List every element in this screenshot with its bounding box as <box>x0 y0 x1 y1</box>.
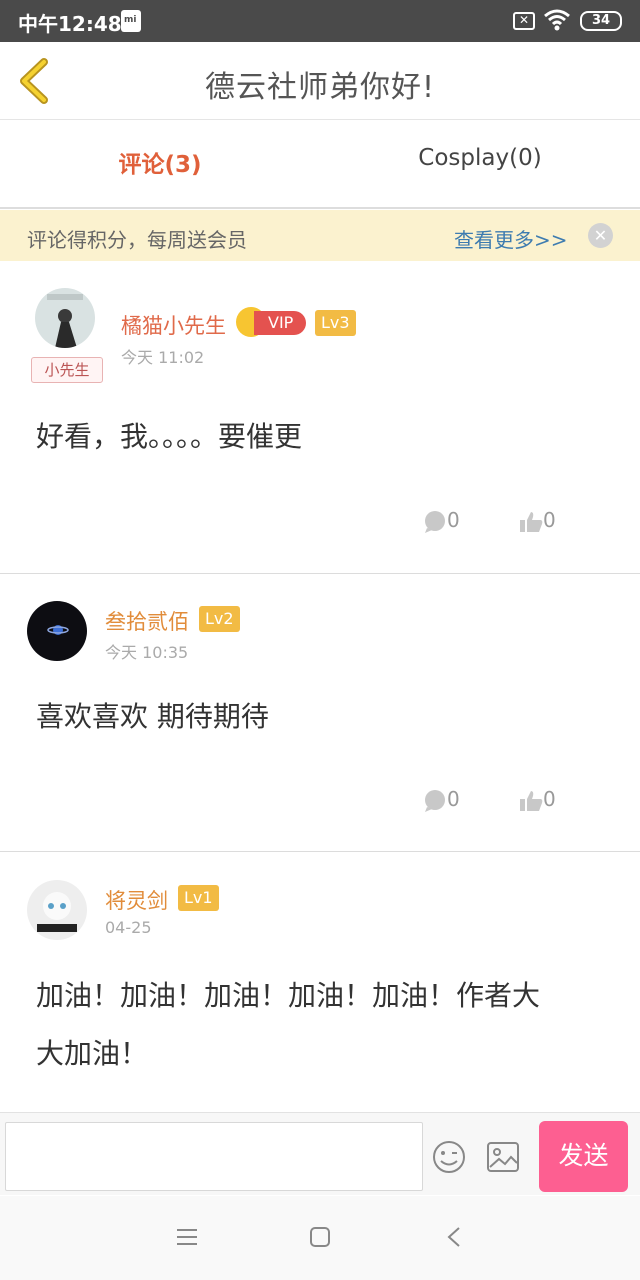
status-bar: 中午12:48 ✕ 34 <box>0 0 640 42</box>
comment-time: 今天 10:35 <box>105 643 189 662</box>
vip-badge: VIP <box>236 307 308 337</box>
level-badge: Lv1 <box>178 885 219 911</box>
username[interactable]: 橘猫小先生 <box>121 310 226 340</box>
notice-text: 评论得积分，每周送会员 <box>27 228 247 252</box>
comment-item: 将灵剑 Lv1 04-25 加油！加油！加油！加油！加油！作者大 大加油！ <box>0 853 640 1112</box>
comment-time: 04-25 <box>105 918 152 937</box>
like-count: 0 <box>543 787 556 811</box>
tab-bar: 评论(3) Cosplay(0) <box>0 121 640 209</box>
mi-app-icon <box>121 10 141 32</box>
thumbs-up-icon <box>520 511 543 532</box>
level-badge: Lv3 <box>315 310 356 336</box>
username[interactable]: 叁拾贰佰 <box>105 606 189 636</box>
user-badge: 小先生 <box>31 357 103 383</box>
status-time: 中午12:48 <box>18 12 122 36</box>
comment-input-bar: 发送 <box>0 1112 640 1195</box>
back-nav-icon[interactable] <box>446 1226 462 1248</box>
home-icon[interactable] <box>309 1226 331 1248</box>
reply-bubble-icon <box>425 789 445 812</box>
image-icon[interactable] <box>486 1141 520 1173</box>
reply-count: 0 <box>447 787 460 811</box>
reply-bubble-icon <box>425 510 445 533</box>
avatar[interactable] <box>27 601 87 661</box>
comment-input[interactable] <box>5 1122 423 1191</box>
app-header: 德云社师弟你好! <box>0 42 640 120</box>
notice-more-link[interactable]: 查看更多>> <box>454 224 568 253</box>
wifi-icon <box>544 9 570 31</box>
tab-cosplay[interactable]: Cosplay(0) <box>320 145 640 171</box>
like-button[interactable]: 0 <box>519 787 556 813</box>
comment-text: 好看，我。。。。要催更 <box>36 420 303 453</box>
reply-button[interactable]: 0 <box>423 787 460 813</box>
like-button[interactable]: 0 <box>519 508 556 534</box>
reply-count: 0 <box>447 508 460 532</box>
reply-button[interactable]: 0 <box>423 508 460 534</box>
emoji-icon[interactable] <box>432 1140 466 1174</box>
level-badge: Lv2 <box>199 606 240 632</box>
avatar[interactable] <box>27 880 87 940</box>
vip-label: VIP <box>254 311 306 335</box>
notice-banner: 评论得积分，每周送会员 查看更多>> ✕ <box>0 210 640 261</box>
avatar[interactable] <box>35 288 95 348</box>
comment-item: 小先生 橘猫小先生 VIP Lv3 今天 11:02 好看，我。。。。要催更 0… <box>0 262 640 574</box>
thumbs-up-icon <box>520 790 543 811</box>
comment-text: 加油！加油！加油！加油！加油！作者大 大加油！ <box>36 967 616 1083</box>
comment-text-line: 加油！加油！加油！加油！加油！作者大 <box>36 979 541 1012</box>
comment-time: 今天 11:02 <box>121 348 205 367</box>
comment-text: 喜欢喜欢 期待期待 <box>36 700 269 733</box>
battery-icon: 34 <box>580 11 622 31</box>
send-button[interactable]: 发送 <box>539 1121 628 1192</box>
like-count: 0 <box>543 508 556 532</box>
tab-comments[interactable]: 评论(3) <box>0 145 320 179</box>
sim-blocked-icon: ✕ <box>513 12 535 30</box>
username[interactable]: 将灵剑 <box>105 885 168 915</box>
menu-icon[interactable] <box>176 1226 198 1248</box>
comment-item: 叁拾贰佰 Lv2 今天 10:35 喜欢喜欢 期待期待 0 0 <box>0 574 640 852</box>
page-title: 德云社师弟你好! <box>204 70 436 105</box>
close-icon[interactable]: ✕ <box>588 223 613 248</box>
comment-text-line: 大加油！ <box>36 1037 149 1070</box>
system-nav-bar <box>0 1196 640 1280</box>
